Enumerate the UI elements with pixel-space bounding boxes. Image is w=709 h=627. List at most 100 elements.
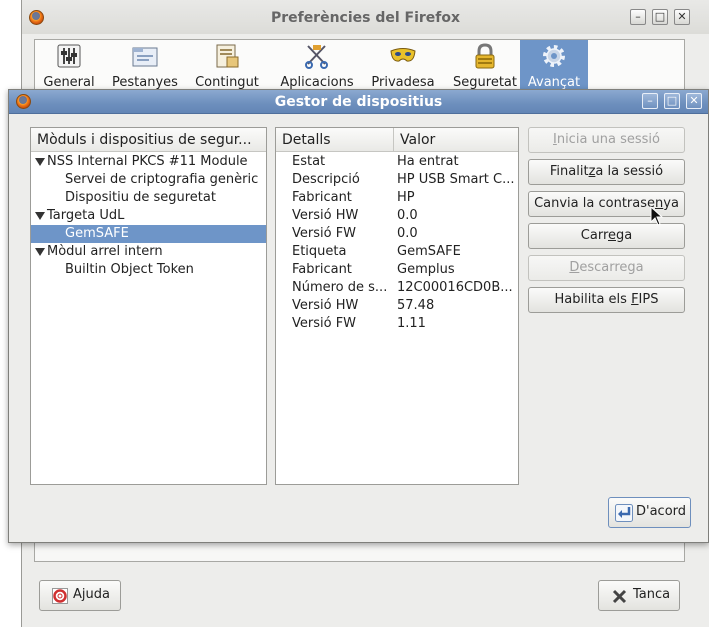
expanded-arrow-icon[interactable] bbox=[35, 158, 45, 166]
enter-arrow-icon bbox=[615, 504, 633, 522]
details-column-header-label: Detalls bbox=[282, 132, 331, 148]
tab-privadesa[interactable]: Privadesa bbox=[365, 40, 441, 92]
logout-button-label: Finalitza la sessió bbox=[549, 164, 664, 179]
maximize-icon[interactable]: □ bbox=[652, 9, 668, 25]
table-row[interactable]: Versió FW 1.11 bbox=[276, 315, 518, 333]
tab-contingut[interactable]: Contingut bbox=[189, 40, 265, 92]
tab-general-label: General bbox=[43, 75, 95, 90]
detail-value: 12C00016CD0B... bbox=[397, 280, 513, 295]
enable-fips-button-label: Habilita els FIPS bbox=[554, 292, 659, 307]
tab-general[interactable]: General bbox=[35, 40, 103, 92]
detail-key: Versió FW bbox=[292, 316, 357, 331]
minimize-icon[interactable]: – bbox=[642, 93, 658, 109]
tab-pestanyes[interactable]: Pestanyes bbox=[105, 40, 185, 92]
login-button[interactable]: Inicia una sessió bbox=[528, 127, 685, 153]
minimize-icon[interactable]: – bbox=[630, 9, 646, 25]
details-table[interactable]: Detalls Valor Estat Ha entrat Descripció… bbox=[275, 127, 519, 485]
detail-value: GemSAFE bbox=[397, 244, 461, 259]
table-row[interactable]: Versió FW 0.0 bbox=[276, 225, 518, 243]
detail-key: Fabricant bbox=[292, 262, 352, 277]
detail-key: Versió HW bbox=[292, 208, 359, 223]
mask-icon bbox=[390, 48, 416, 62]
detail-key: Número de s... bbox=[292, 280, 388, 295]
table-row[interactable]: Número de s... 12C00016CD0B... bbox=[276, 279, 518, 297]
table-row[interactable]: Versió HW 57.48 bbox=[276, 297, 518, 315]
tabs-icon bbox=[132, 47, 158, 67]
table-row[interactable]: Etiqueta GemSAFE bbox=[276, 243, 518, 261]
tree-item-label: Dispositiu de seguretat bbox=[65, 190, 216, 205]
tab-pestanyes-label: Pestanyes bbox=[112, 75, 178, 90]
value-column-header-label: Valor bbox=[400, 132, 436, 148]
device-manager-dialog: Gestor de dispositius – □ ✕ Mòduls i dis… bbox=[8, 89, 709, 543]
detail-value: 57.48 bbox=[397, 298, 435, 313]
detail-value: 0.0 bbox=[397, 226, 418, 241]
expanded-arrow-icon[interactable] bbox=[35, 212, 45, 220]
modules-tree[interactable]: Mòduls i dispositius de segur... NSS Int… bbox=[30, 127, 267, 485]
close-button[interactable]: Tanca bbox=[598, 580, 680, 611]
close-icon[interactable]: ✕ bbox=[674, 9, 690, 25]
enable-fips-button[interactable]: Habilita els FIPS bbox=[528, 287, 685, 313]
load-button-label: Carrega bbox=[580, 228, 633, 243]
detail-value: 0.0 bbox=[397, 208, 418, 223]
tree-item[interactable]: Targeta UdL bbox=[31, 207, 266, 225]
detail-key: Fabricant bbox=[292, 190, 352, 205]
tree-item[interactable]: NSS Internal PKCS #11 Module bbox=[31, 153, 266, 171]
tab-privadesa-label: Privadesa bbox=[371, 75, 435, 90]
gear-icon bbox=[543, 45, 565, 67]
tree-item[interactable]: Mòdul arrel intern bbox=[31, 243, 266, 261]
device-manager-title-bar[interactable]: Gestor de dispositius – □ ✕ bbox=[9, 90, 708, 114]
tree-item[interactable]: Builtin Object Token bbox=[31, 261, 266, 279]
ok-button[interactable]: D'acord bbox=[608, 497, 691, 528]
tree-item-label: Servei de criptografia genèric bbox=[65, 172, 259, 187]
tree-item[interactable]: Servei de criptografia genèric bbox=[31, 171, 266, 189]
applications-icon bbox=[305, 45, 328, 69]
detail-key: Etiqueta bbox=[292, 244, 347, 259]
details-column-header[interactable]: Detalls bbox=[276, 128, 393, 152]
detail-key: Versió FW bbox=[292, 226, 357, 241]
tab-avancat[interactable]: Avançat bbox=[520, 40, 588, 92]
logout-button[interactable]: Finalitza la sessió bbox=[528, 159, 685, 185]
maximize-icon[interactable]: □ bbox=[664, 93, 680, 109]
table-row[interactable]: Versió HW 0.0 bbox=[276, 207, 518, 225]
close-icon[interactable]: ✕ bbox=[686, 93, 702, 109]
table-row[interactable]: Estat Ha entrat bbox=[276, 153, 518, 171]
detail-value: HP USB Smart C... bbox=[397, 172, 515, 187]
tab-seguretat[interactable]: Seguretat bbox=[445, 40, 525, 92]
tab-aplicacions[interactable]: Aplicacions bbox=[271, 40, 363, 92]
detail-value: Gemplus bbox=[397, 262, 455, 277]
tree-item[interactable]: Dispositiu de seguretat bbox=[31, 189, 266, 207]
lifebuoy-icon bbox=[52, 588, 68, 604]
detail-value: HP bbox=[397, 190, 415, 205]
tree-item-label: Builtin Object Token bbox=[65, 262, 194, 277]
preferences-title: Preferències del Firefox bbox=[270, 10, 461, 26]
content-icon bbox=[216, 44, 239, 68]
tree-item-selected[interactable]: GemSAFE bbox=[31, 225, 266, 243]
padlock-icon bbox=[475, 43, 495, 69]
sliders-icon bbox=[57, 44, 81, 68]
tree-item-label: Mòdul arrel intern bbox=[47, 244, 163, 259]
expanded-arrow-icon[interactable] bbox=[35, 248, 45, 256]
tab-aplicacions-label: Aplicacions bbox=[280, 75, 354, 90]
tab-contingut-label: Contingut bbox=[195, 75, 259, 90]
unload-button[interactable]: Descarrega bbox=[528, 255, 685, 281]
detail-value: Ha entrat bbox=[397, 154, 459, 169]
help-button[interactable]: Ajuda bbox=[39, 580, 121, 611]
table-row[interactable]: Descripció HP USB Smart C... bbox=[276, 171, 518, 189]
detail-key: Descripció bbox=[292, 172, 360, 187]
modules-column-header-label: Mòduls i dispositius de segur... bbox=[37, 132, 252, 148]
load-button[interactable]: Carrega bbox=[528, 223, 685, 249]
ok-button-label: D'acord bbox=[636, 504, 687, 519]
detail-key: Estat bbox=[292, 154, 326, 169]
preferences-title-bar[interactable]: Preferències del Firefox – □ ✕ bbox=[22, 0, 709, 34]
detail-key: Versió HW bbox=[292, 298, 359, 313]
tree-item-label: NSS Internal PKCS #11 Module bbox=[47, 154, 248, 169]
table-row[interactable]: Fabricant HP bbox=[276, 189, 518, 207]
modules-column-header[interactable]: Mòduls i dispositius de segur... bbox=[31, 128, 266, 152]
tree-item-label: GemSAFE bbox=[65, 226, 129, 241]
tab-avancat-label: Avançat bbox=[527, 75, 581, 90]
help-button-label: Ajuda bbox=[73, 587, 110, 602]
login-button-label: Inicia una sessió bbox=[552, 132, 660, 147]
value-column-header[interactable]: Valor bbox=[393, 128, 518, 152]
unload-button-label: Descarrega bbox=[569, 260, 644, 275]
table-row[interactable]: Fabricant Gemplus bbox=[276, 261, 518, 279]
